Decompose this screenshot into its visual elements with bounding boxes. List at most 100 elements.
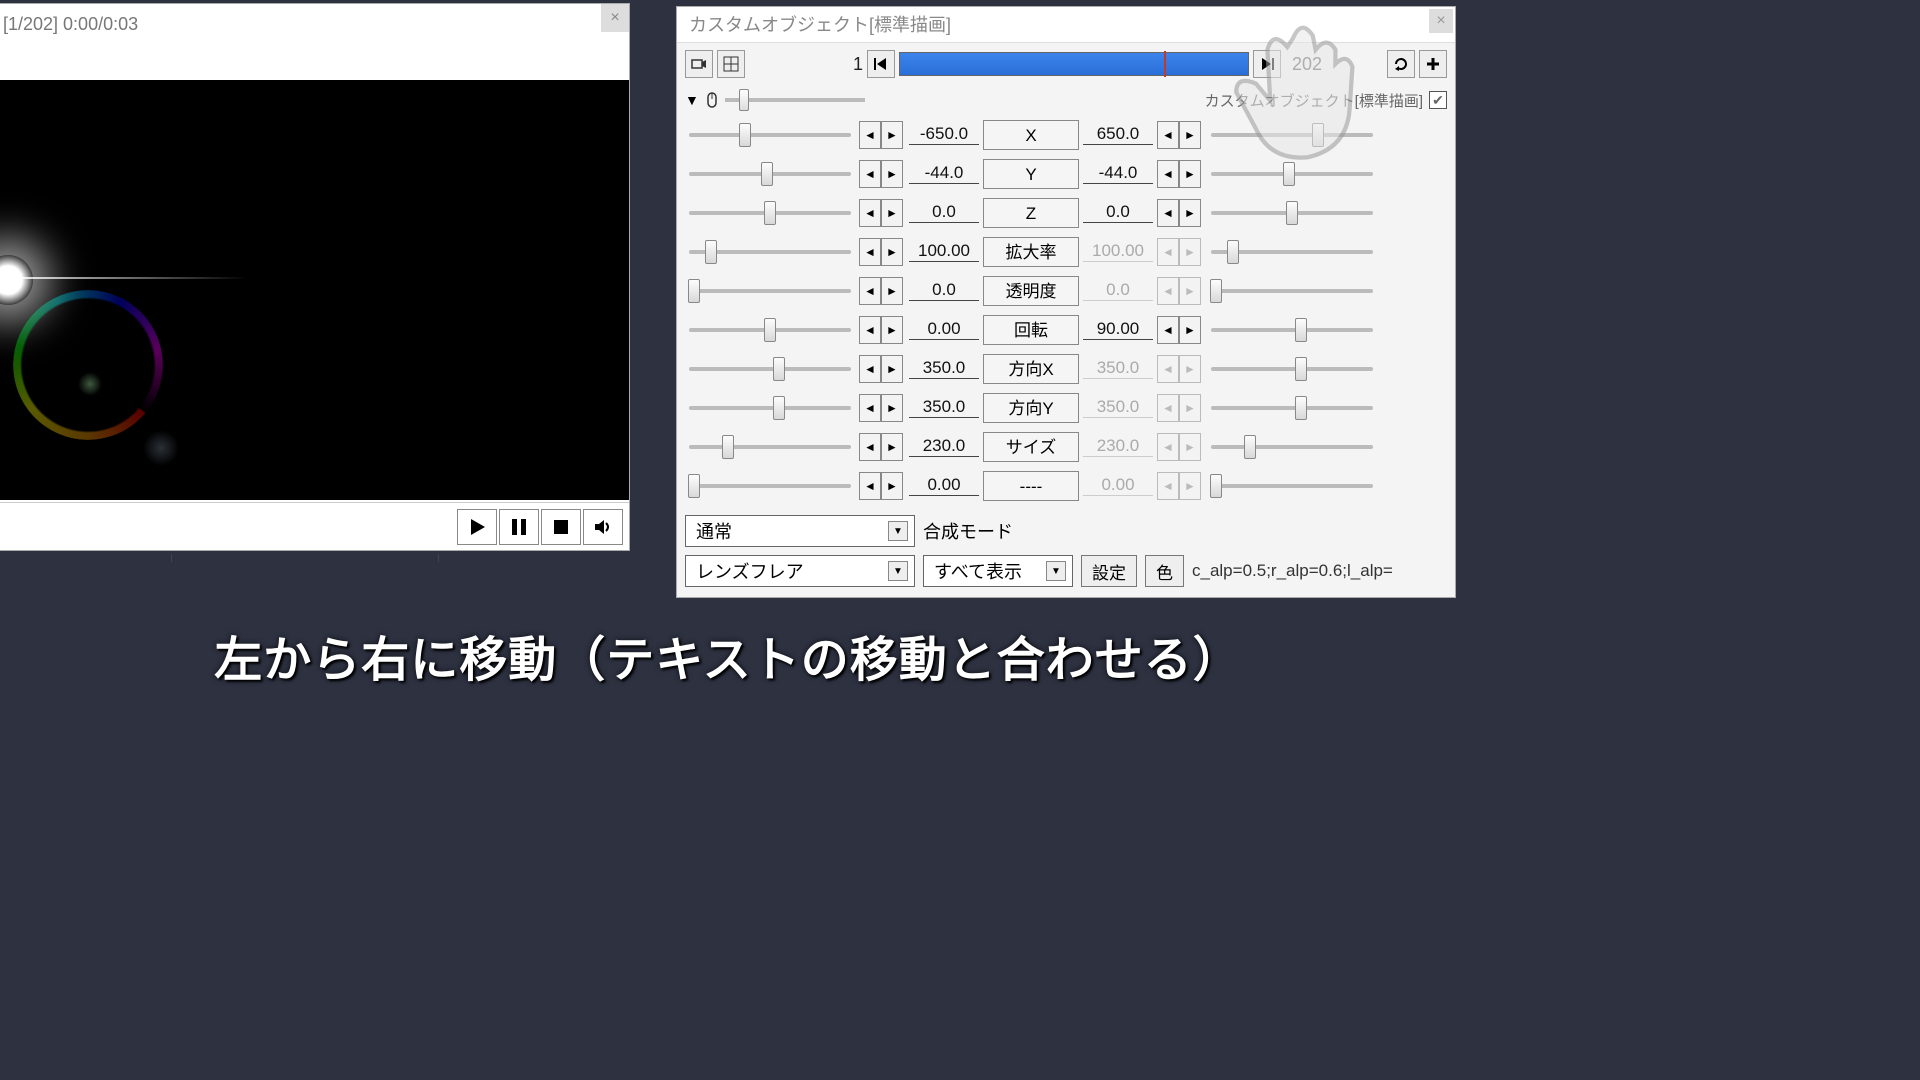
param-value-left[interactable]: -44.0 xyxy=(909,163,979,184)
frame-slider[interactable] xyxy=(899,52,1249,76)
param-label[interactable]: サイズ xyxy=(983,432,1079,462)
nudge-left[interactable]: ◄► xyxy=(859,316,905,344)
lensflare-ring xyxy=(1,278,175,452)
param-value-left[interactable]: -650.0 xyxy=(909,124,979,145)
param-value-right[interactable]: 90.00 xyxy=(1083,319,1153,340)
object-type-select[interactable]: レンズフレア ▼ xyxy=(685,555,915,587)
param-label[interactable]: 方向X xyxy=(983,354,1079,384)
param-slider-left[interactable] xyxy=(685,160,855,188)
param-value-left[interactable]: 0.00 xyxy=(909,475,979,496)
nudge-right: ◄► xyxy=(1157,277,1203,305)
nudge-right: ◄► xyxy=(1157,433,1203,461)
refresh-icon[interactable] xyxy=(1387,50,1415,78)
object-type-value: レンズフレア xyxy=(696,558,804,584)
param-label[interactable]: ---- xyxy=(983,471,1079,501)
param-row: ◄►230.0サイズ230.0◄► xyxy=(685,427,1447,466)
param-slider-right[interactable] xyxy=(1207,472,1377,500)
param-value-left[interactable]: 0.0 xyxy=(909,202,979,223)
param-slider-left[interactable] xyxy=(685,433,855,461)
param-slider-right[interactable] xyxy=(1207,394,1377,422)
param-value-right[interactable]: 0.0 xyxy=(1083,202,1153,223)
frame-end: 202 xyxy=(1285,54,1329,75)
param-slider-left[interactable] xyxy=(685,355,855,383)
nudge-left[interactable]: ◄► xyxy=(859,277,905,305)
param-slider-right[interactable] xyxy=(1207,316,1377,344)
param-value-left[interactable]: 230.0 xyxy=(909,436,979,457)
nudge-left[interactable]: ◄► xyxy=(859,394,905,422)
camera-icon[interactable] xyxy=(685,50,713,78)
param-slider-left[interactable] xyxy=(685,472,855,500)
nudge-left[interactable]: ◄► xyxy=(859,238,905,266)
nudge-left[interactable]: ◄► xyxy=(859,199,905,227)
param-slider-left[interactable] xyxy=(685,121,855,149)
param-slider-right[interactable] xyxy=(1207,160,1377,188)
param-value-left[interactable]: 100.00 xyxy=(909,241,979,262)
param-label[interactable]: 回転 xyxy=(983,315,1079,345)
display-mode-select[interactable]: すべて表示 ▼ xyxy=(923,555,1073,587)
param-label[interactable]: Z xyxy=(983,198,1079,228)
settings-bottom: 通常 ▼ 合成モード レンズフレア ▼ すべて表示 ▼ 設定 色 c_alp=0… xyxy=(677,505,1455,597)
stop-button[interactable] xyxy=(541,509,581,545)
play-button[interactable] xyxy=(457,509,497,545)
param-value-left[interactable]: 350.0 xyxy=(909,397,979,418)
param-slider-left[interactable] xyxy=(685,316,855,344)
param-slider-right[interactable] xyxy=(1207,238,1377,266)
object-settings-panel: カスタムオブジェクト[標準描画] × 1 202 xyxy=(676,6,1456,598)
param-value-right[interactable]: -44.0 xyxy=(1083,163,1153,184)
pause-button[interactable] xyxy=(499,509,539,545)
param-label[interactable]: 方向Y xyxy=(983,393,1079,423)
param-slider-left[interactable] xyxy=(685,238,855,266)
param-label[interactable]: 拡大率 xyxy=(983,237,1079,267)
param-slider-left[interactable] xyxy=(685,199,855,227)
nudge-left[interactable]: ◄► xyxy=(859,160,905,188)
collapse-toggle-icon[interactable]: ▼ xyxy=(685,92,699,108)
object-type-label: カスタムオブジェクト[標準描画] xyxy=(1205,90,1423,111)
color-button[interactable]: 色 xyxy=(1145,555,1184,587)
param-label[interactable]: Y xyxy=(983,159,1079,189)
nudge-left[interactable]: ◄► xyxy=(859,355,905,383)
grid-icon[interactable] xyxy=(717,50,745,78)
chevron-down-icon: ▼ xyxy=(888,521,908,541)
timeline-ruler[interactable] xyxy=(0,550,629,562)
blend-mode-select[interactable]: 通常 ▼ xyxy=(685,515,915,547)
param-slider-right[interactable] xyxy=(1207,199,1377,227)
settings-close-button[interactable]: × xyxy=(1429,9,1453,33)
nudge-right[interactable]: ◄► xyxy=(1157,121,1203,149)
nudge-right: ◄► xyxy=(1157,238,1203,266)
param-slider-left[interactable] xyxy=(685,394,855,422)
nudge-right[interactable]: ◄► xyxy=(1157,160,1203,188)
nudge-right[interactable]: ◄► xyxy=(1157,316,1203,344)
param-value-left[interactable]: 350.0 xyxy=(909,358,979,379)
param-slider-right[interactable] xyxy=(1207,277,1377,305)
param-value-left[interactable]: 0.00 xyxy=(909,319,979,340)
nudge-left[interactable]: ◄► xyxy=(859,433,905,461)
param-value-right: 350.0 xyxy=(1083,397,1153,418)
param-slider-left[interactable] xyxy=(685,277,855,305)
player-close-button[interactable]: × xyxy=(601,4,629,32)
chevron-down-icon: ▼ xyxy=(1046,561,1066,581)
args-text: c_alp=0.5;r_alp=0.6;l_alp= xyxy=(1192,561,1393,581)
param-row: ◄►100.00拡大率100.00◄► xyxy=(685,232,1447,271)
param-row: ◄►0.0Z0.0◄► xyxy=(685,193,1447,232)
frame-last-button[interactable] xyxy=(1253,50,1281,78)
param-slider-right[interactable] xyxy=(1207,433,1377,461)
param-value-right: 230.0 xyxy=(1083,436,1153,457)
caption-text: 左から右に移動（テキストの移動と合わせる） xyxy=(0,620,1456,690)
frame-first-button[interactable] xyxy=(867,50,895,78)
param-value-right[interactable]: 650.0 xyxy=(1083,124,1153,145)
nudge-left[interactable]: ◄► xyxy=(859,472,905,500)
param-slider-right[interactable] xyxy=(1207,121,1377,149)
enable-checkbox[interactable]: ✔ xyxy=(1429,91,1447,109)
add-button[interactable] xyxy=(1419,50,1447,78)
param-row: ◄►350.0方向Y350.0◄► xyxy=(685,388,1447,427)
param-label[interactable]: X xyxy=(983,120,1079,150)
settings-button[interactable]: 設定 xyxy=(1081,555,1137,587)
nudge-left[interactable]: ◄► xyxy=(859,121,905,149)
nudge-right[interactable]: ◄► xyxy=(1157,199,1203,227)
mouse-icon xyxy=(703,91,721,109)
param-value-left[interactable]: 0.0 xyxy=(909,280,979,301)
param-slider-right[interactable] xyxy=(1207,355,1377,383)
blend-mode-label: 合成モード xyxy=(923,518,1013,544)
speaker-button[interactable] xyxy=(583,509,623,545)
param-label[interactable]: 透明度 xyxy=(983,276,1079,306)
